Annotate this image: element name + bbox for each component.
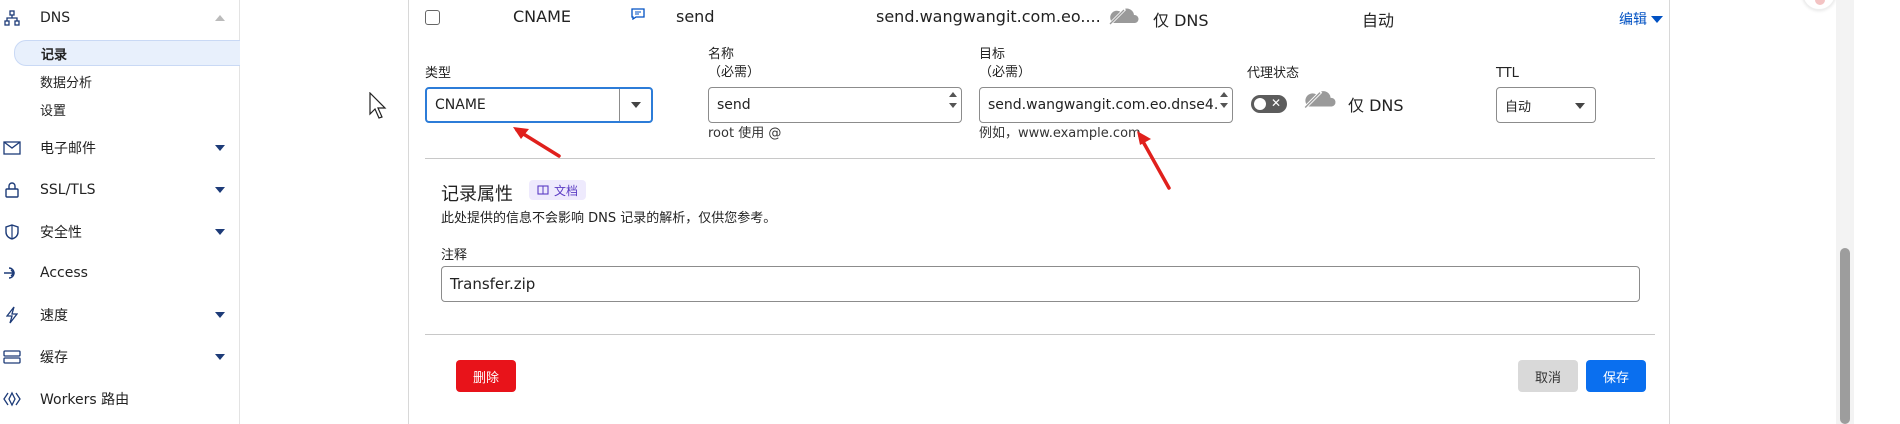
type-select[interactable]: CNAME (425, 87, 653, 123)
scrollbar-thumb[interactable] (1840, 248, 1850, 424)
comment-input[interactable]: Transfer.zip (441, 266, 1640, 302)
record-target: send.wangwangit.com.eo.... (876, 7, 1101, 26)
vertical-scrollbar[interactable] (1836, 0, 1854, 424)
chevron-down-icon (215, 229, 225, 235)
cloud-off-icon (1302, 90, 1336, 110)
record-attributes-title: 记录属性 (441, 184, 513, 205)
record-type: CNAME (513, 7, 571, 26)
page: DNS 记录 数据分析 设置 电子邮件 SSL/TLS 安全性 Access 速… (0, 0, 1900, 424)
sidebar-item-label: 缓存 (40, 350, 68, 366)
workers-icon (2, 389, 22, 409)
target-required: （必需） (979, 65, 1032, 80)
comment-label: 注释 (441, 248, 468, 263)
docs-link[interactable]: 文档 (529, 180, 587, 200)
sidebar-item-label: DNS (40, 10, 71, 26)
shield-icon (2, 222, 22, 242)
divider (425, 158, 1655, 159)
chevron-down-icon (215, 145, 225, 151)
chevron-up-icon (215, 15, 225, 21)
name-required: （必需） (708, 65, 761, 80)
lock-icon (2, 180, 22, 200)
docs-link-label: 文档 (554, 183, 579, 198)
comment-input-value: Transfer.zip (450, 275, 536, 293)
target-label: 目标 (979, 47, 1006, 62)
save-button[interactable]: 保存 (1586, 360, 1646, 392)
divider (425, 334, 1655, 335)
sidebar: DNS 记录 数据分析 设置 电子邮件 SSL/TLS 安全性 Access 速… (0, 0, 240, 424)
sidebar-item-label: 安全性 (40, 225, 82, 241)
record-name: send (676, 7, 715, 26)
proxy-toggle[interactable]: ✕ (1251, 95, 1287, 113)
name-input[interactable]: send (708, 87, 962, 123)
ttl-select-value: 自动 (1505, 99, 1532, 115)
name-hint: root 使用 @ (708, 126, 782, 141)
mouse-cursor-icon (369, 92, 387, 119)
type-label: 类型 (425, 66, 452, 81)
sidebar-subitem-label: 设置 (40, 103, 67, 119)
name-spinner (949, 92, 957, 108)
sidebar-item-access[interactable]: Access (0, 256, 239, 290)
record-ttl: 自动 (1362, 11, 1395, 30)
access-icon (2, 263, 22, 283)
sidebar-item-label: Access (40, 265, 88, 281)
sidebar-subitem-label: 记录 (41, 47, 68, 63)
target-input[interactable]: send.wangwangit.com.eo.dnse4. (979, 87, 1233, 123)
ttl-label: TTL (1496, 66, 1519, 81)
chevron-down-icon (215, 312, 225, 318)
chevron-down-icon (1651, 15, 1663, 23)
chevron-down-icon (215, 187, 225, 193)
sidebar-item-label: Workers 路由 (40, 392, 130, 408)
target-spinner (1220, 92, 1228, 108)
sidebar-subitem-settings[interactable]: 设置 (14, 96, 240, 122)
dns-record-row: CNAME send send.wangwangit.com.eo.... 仅 … (409, 0, 1671, 36)
sitemap-icon (2, 8, 22, 28)
toggle-knob (1254, 98, 1266, 110)
sidebar-item-ssl[interactable]: SSL/TLS (0, 173, 239, 207)
sidebar-item-speed[interactable]: 速度 (0, 298, 239, 332)
cache-icon (2, 347, 22, 367)
cancel-button[interactable]: 取消 (1518, 360, 1578, 392)
row-checkbox[interactable] (425, 10, 440, 25)
sidebar-item-label: 电子邮件 (40, 141, 96, 157)
record-attributes-description: 此处提供的信息不会影响 DNS 记录的解析，仅供您参考。 (441, 211, 777, 226)
ttl-select[interactable]: 自动 (1496, 87, 1596, 123)
sidebar-subitem-label: 数据分析 (40, 75, 93, 91)
sidebar-item-dns[interactable]: DNS (0, 1, 239, 35)
proxy-status-text: 仅 DNS (1348, 96, 1404, 115)
sidebar-subitem-analytics[interactable]: 数据分析 (14, 68, 240, 94)
name-label: 名称 (708, 47, 735, 62)
book-icon (537, 185, 549, 195)
edit-label: 编辑 (1619, 12, 1647, 28)
status-dot (1815, 0, 1825, 5)
close-icon: ✕ (1270, 96, 1281, 110)
select-arrow (619, 89, 651, 121)
cloud-off-icon (1107, 7, 1139, 26)
chevron-down-icon (215, 354, 225, 360)
target-hint: 例如，www.example.com (979, 126, 1141, 141)
comment-icon (631, 8, 645, 20)
dns-record-editor: CNAME send send.wangwangit.com.eo.... 仅 … (408, 0, 1670, 424)
sidebar-item-security[interactable]: 安全性 (0, 215, 239, 249)
sidebar-item-cache[interactable]: 缓存 (0, 340, 239, 374)
chevron-down-icon (630, 102, 641, 108)
name-input-value: send (717, 97, 751, 113)
mail-icon (2, 138, 22, 158)
proxy-status-label: 代理状态 (1247, 66, 1300, 81)
floating-button[interactable] (1802, 0, 1836, 10)
sidebar-subitem-records[interactable]: 记录 (14, 40, 240, 66)
target-input-value: send.wangwangit.com.eo.dnse4. (988, 97, 1219, 113)
chevron-down-icon (1575, 103, 1585, 109)
delete-button[interactable]: 删除 (456, 360, 516, 392)
sidebar-item-workers[interactable]: Workers 路由 (0, 382, 239, 416)
sidebar-item-label: 速度 (40, 308, 68, 324)
sidebar-item-email[interactable]: 电子邮件 (0, 131, 239, 165)
sidebar-item-label: SSL/TLS (40, 182, 96, 198)
record-proxy-status: 仅 DNS (1153, 11, 1209, 30)
type-select-value: CNAME (435, 97, 486, 113)
edit-button[interactable]: 编辑 (1619, 9, 1663, 29)
bolt-icon (2, 305, 22, 325)
